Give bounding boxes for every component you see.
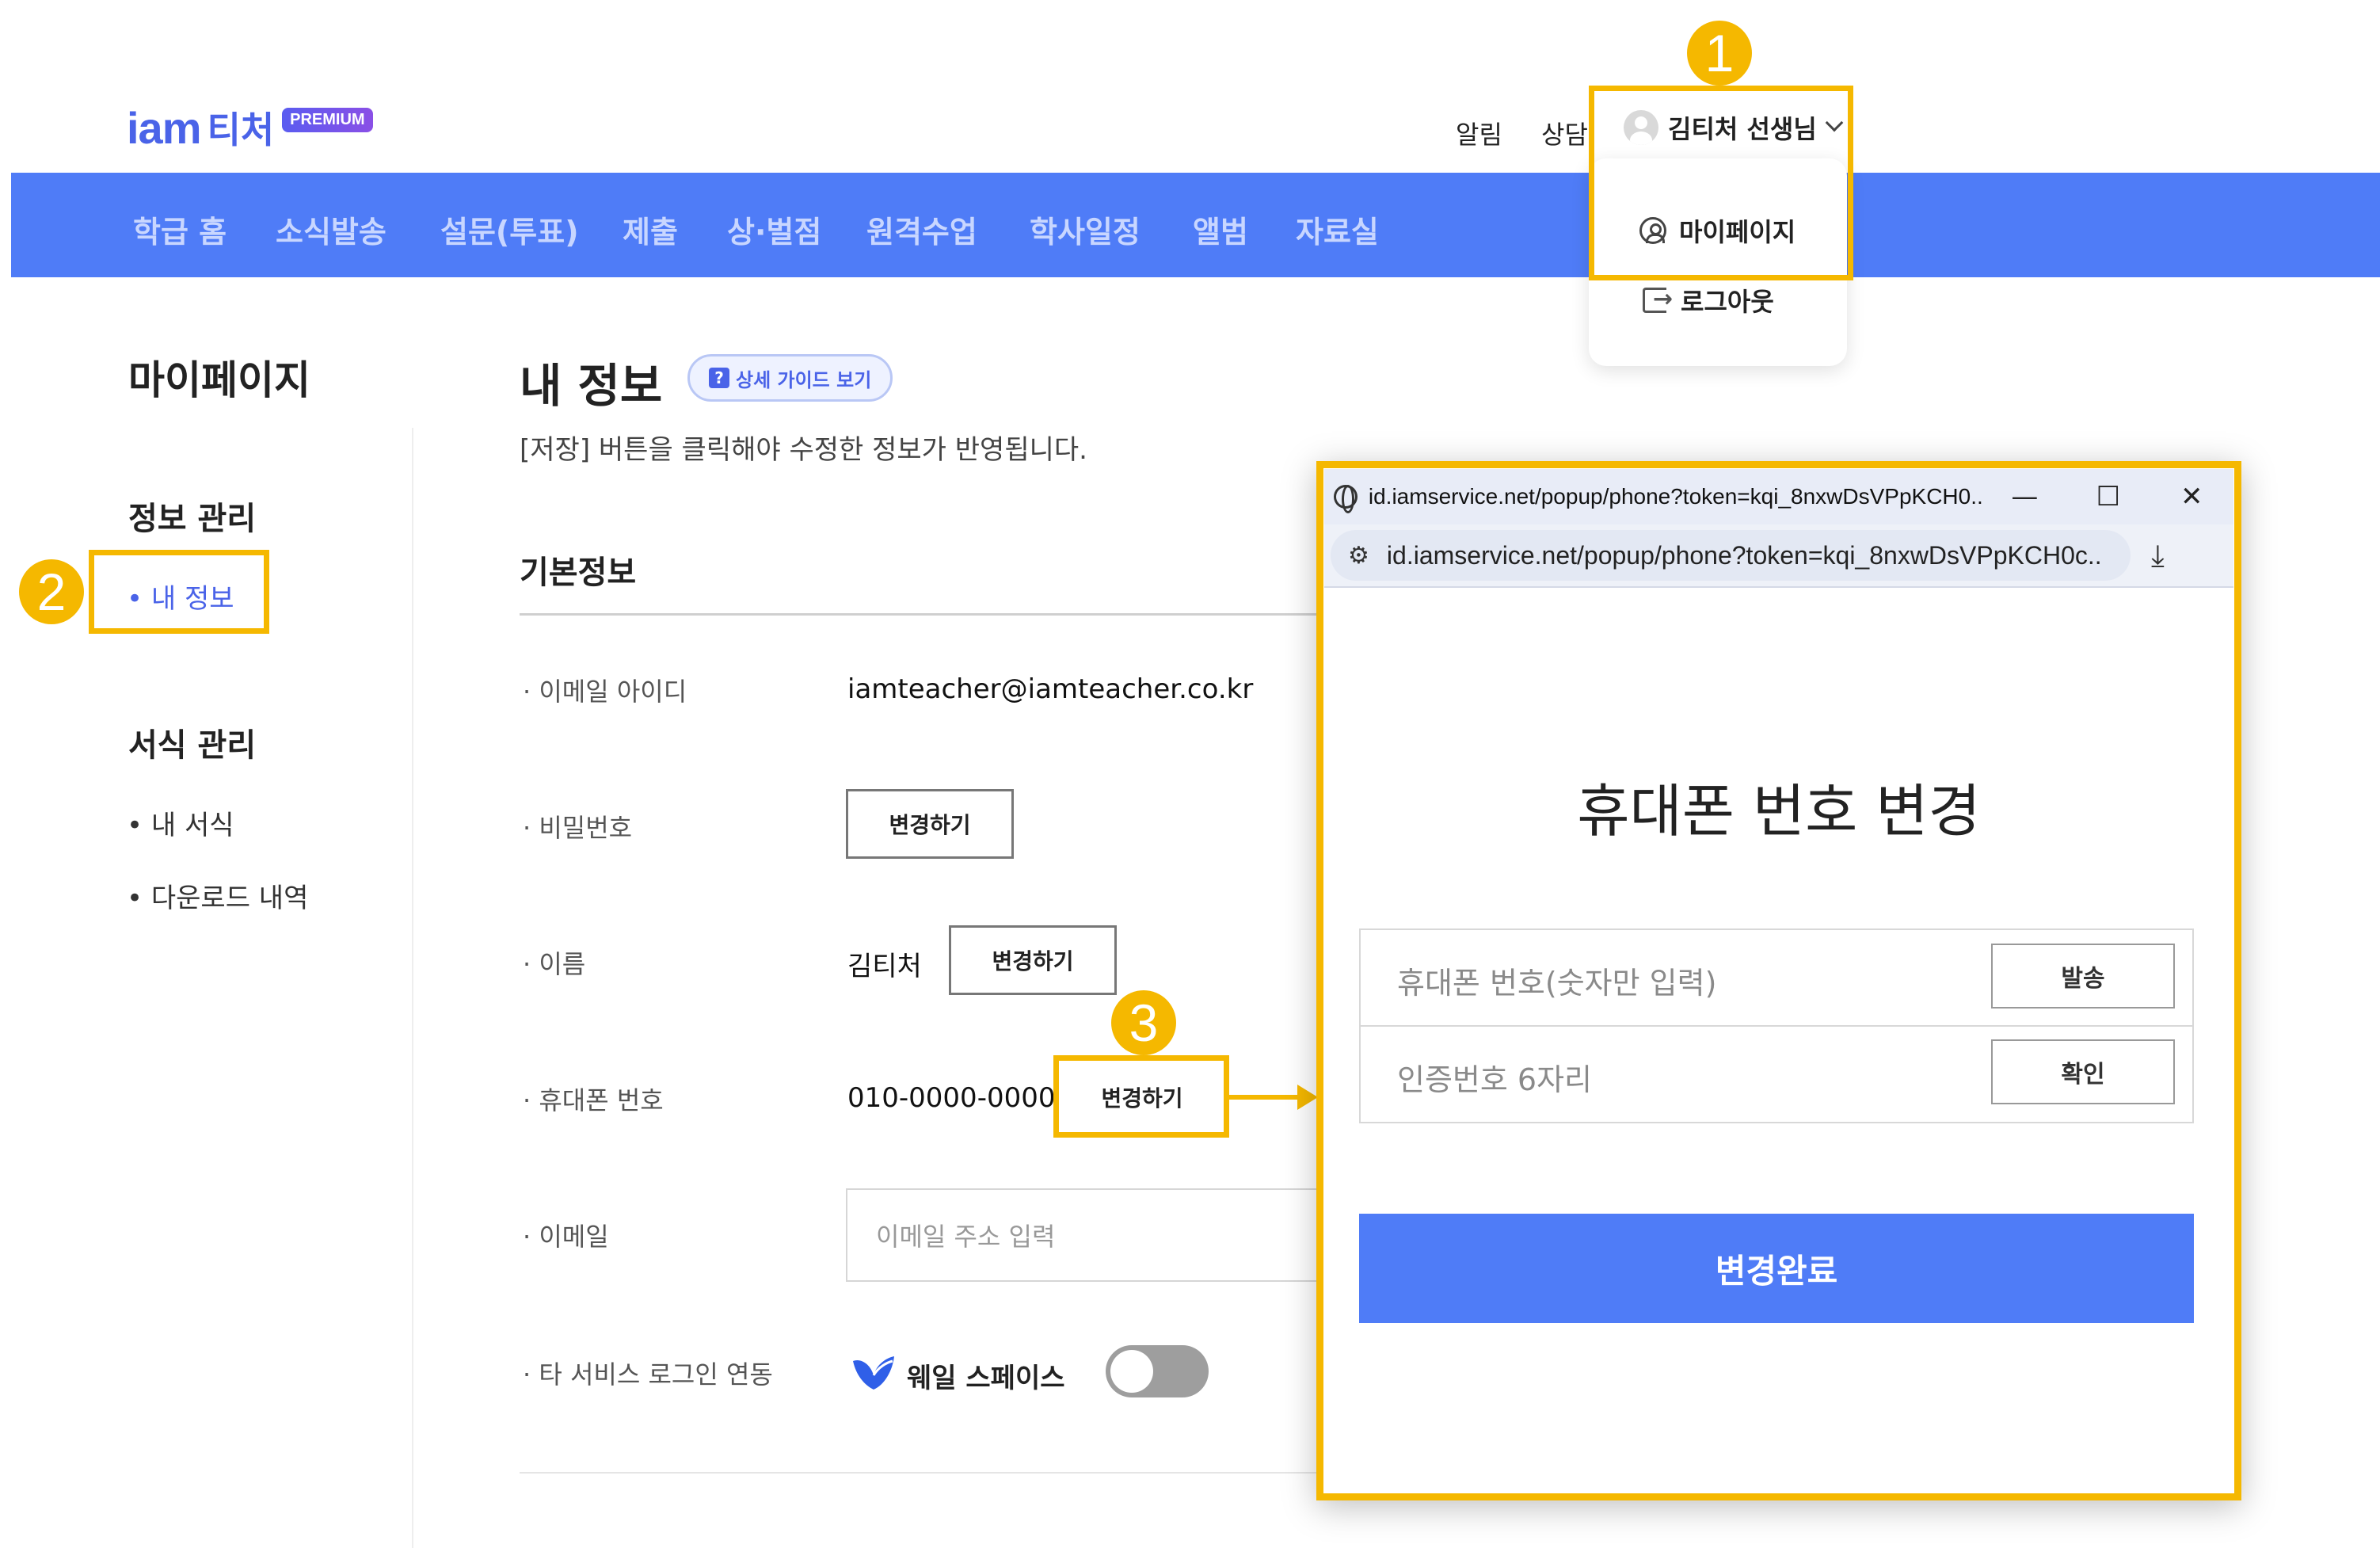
nav-album[interactable]: 앨범	[1193, 208, 1248, 251]
dropdown-logout[interactable]: 로그아웃	[1643, 282, 1774, 318]
maximize-button[interactable]: ☐	[2066, 481, 2150, 513]
email-id-label: · 이메일 아이디	[523, 677, 687, 707]
popup-address-bar: ⚙ id.iamservice.net/popup/phone?token=kq…	[1324, 524, 2233, 588]
whale-space-label: 웨일 스페이스	[907, 1363, 1065, 1394]
password-change-button[interactable]: 변경하기	[846, 789, 1014, 859]
service-link-label: · 타 서비스 로그인 연동	[523, 1359, 773, 1390]
highlight-box-user-menu	[1589, 86, 1853, 280]
logout-icon	[1643, 285, 1673, 313]
site-settings-icon[interactable]: ⚙	[1348, 542, 1369, 570]
email-id-value: iamteacher@iamteacher.co.kr	[847, 673, 1254, 705]
address-field[interactable]: ⚙ id.iamservice.net/popup/phone?token=kq…	[1331, 530, 2131, 581]
popup-titlebar[interactable]: id.iamservice.net/popup/phone?token=kqi_…	[1324, 469, 2233, 524]
complete-change-button[interactable]: 변경완료	[1359, 1214, 2194, 1323]
nav-resources[interactable]: 자료실	[1296, 208, 1379, 251]
nav-merit[interactable]: 상·벌점	[727, 208, 821, 251]
popup-title-url: id.iamservice.net/popup/phone?token=kqi_…	[1368, 484, 1983, 509]
logo-iam: iam	[127, 102, 201, 153]
send-code-button[interactable]: 발송	[1991, 944, 2175, 1008]
name-label: · 이름	[523, 949, 586, 979]
callout-1: 1	[1687, 21, 1752, 86]
arrow-line	[1229, 1095, 1299, 1100]
guide-button[interactable]: ? 상세 가이드 보기	[687, 354, 893, 402]
page-title: 내 정보	[520, 359, 663, 413]
logo-teacher: 티처	[207, 109, 275, 151]
name-change-button[interactable]: 변경하기	[949, 925, 1117, 995]
nav-news[interactable]: 소식발송	[276, 208, 387, 251]
whale-space-toggle[interactable]	[1106, 1345, 1209, 1397]
phone-value: 010-0000-0000	[847, 1082, 1056, 1114]
callout-3: 3	[1111, 990, 1176, 1055]
guide-button-label: 상세 가이드 보기	[736, 368, 872, 391]
globe-icon	[1334, 485, 1358, 513]
nav-schedule[interactable]: 학사일정	[1030, 208, 1140, 251]
sidebar-section-forms: 서식 관리	[128, 727, 257, 764]
arrow-head-icon	[1297, 1085, 1318, 1110]
whale-icon	[853, 1356, 894, 1390]
notifications-link[interactable]: 알림	[1456, 115, 1502, 151]
highlight-box-phone-change	[1053, 1055, 1229, 1138]
sidebar-item-my-forms[interactable]: • 내 서식	[127, 803, 234, 842]
password-label: · 비밀번호	[523, 813, 633, 843]
section-divider	[520, 613, 1319, 616]
callout-2: 2	[19, 559, 84, 624]
form-divider	[1361, 1025, 2192, 1027]
popup-heading: 휴대폰 번호 변경	[1577, 778, 1981, 845]
sidebar-section-info: 정보 관리	[128, 501, 257, 537]
dropdown-logout-label: 로그아웃	[1681, 287, 1774, 317]
nav-survey[interactable]: 설문(투표)	[440, 208, 579, 251]
nav-class-home[interactable]: 학급 홈	[133, 208, 227, 251]
popup-address-url: id.iamservice.net/popup/phone?token=kqi_…	[1386, 540, 2100, 570]
logo[interactable]: iam 티처 PREMIUM	[127, 101, 373, 154]
confirm-code-button[interactable]: 확인	[1991, 1039, 2175, 1104]
verification-code-input[interactable]: 인증번호 6자리	[1397, 1055, 1592, 1099]
nav-submission[interactable]: 제출	[623, 208, 678, 251]
sidebar-title: 마이페이지	[128, 357, 310, 403]
download-icon[interactable]: ⤓	[2151, 538, 2165, 574]
name-value: 김티처	[847, 951, 922, 982]
toggle-knob	[1110, 1350, 1153, 1393]
email-input[interactable]: 이메일 주소 입력	[846, 1188, 1321, 1282]
phone-number-input[interactable]: 휴대폰 번호(숫자만 입력)	[1397, 959, 1716, 1002]
phone-label: · 휴대폰 번호	[523, 1085, 664, 1115]
sidebar-item-downloads[interactable]: • 다운로드 내역	[127, 876, 308, 915]
section-title-basic-info: 기본정보	[520, 555, 637, 591]
bottom-divider	[520, 1472, 1319, 1474]
nav-remote-class[interactable]: 원격수업	[866, 208, 977, 251]
email-label: · 이메일	[523, 1222, 609, 1252]
close-button[interactable]: ✕	[2150, 481, 2233, 513]
highlight-box-my-info	[89, 550, 269, 634]
sidebar-divider	[412, 428, 413, 1548]
minimize-button[interactable]: —	[1983, 481, 2066, 513]
premium-badge: PREMIUM	[282, 107, 373, 132]
consultation-link[interactable]: 상담	[1541, 115, 1588, 151]
save-notice: [저장] 버튼을 클릭해야 수정한 정보가 반영됩니다.	[520, 434, 1087, 466]
question-icon: ?	[709, 368, 729, 388]
